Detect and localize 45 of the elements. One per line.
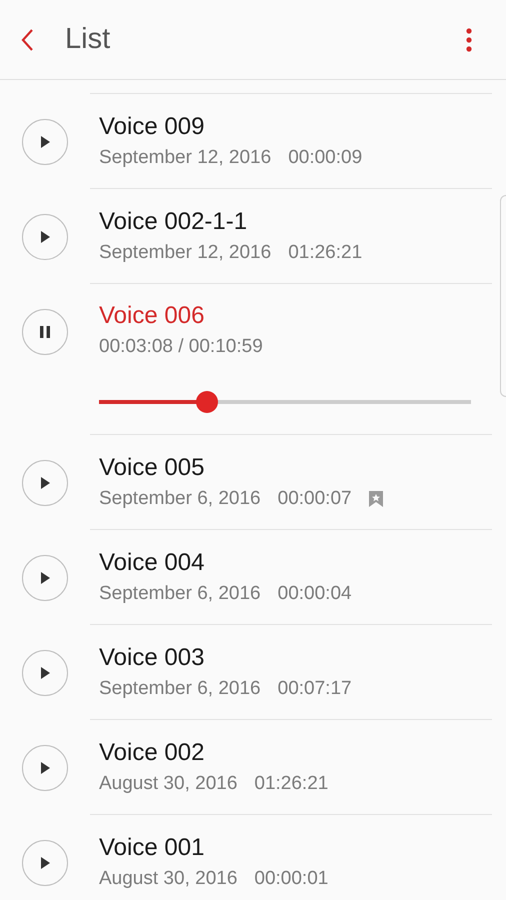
recording-title: Voice 004 xyxy=(99,549,206,577)
play-button[interactable] xyxy=(22,840,68,886)
recording-date: September 12, 2016 xyxy=(99,242,272,264)
recording-duration: 00:00:04 xyxy=(278,583,352,605)
recording-date: August 30, 2016 xyxy=(99,868,238,890)
play-button[interactable] xyxy=(22,214,68,260)
recording-duration: 00:00:01 xyxy=(254,868,328,890)
play-button[interactable] xyxy=(22,460,68,506)
play-icon xyxy=(39,230,51,244)
play-icon xyxy=(39,856,51,870)
recording-title: Voice 003 xyxy=(99,644,206,672)
more-options-icon[interactable] xyxy=(466,28,472,52)
recording-title: Voice 005 xyxy=(99,454,206,482)
play-button[interactable] xyxy=(22,555,68,601)
pause-button[interactable] xyxy=(22,309,68,355)
play-button[interactable] xyxy=(22,119,68,165)
slider-thumb[interactable] xyxy=(196,391,218,413)
recording-date: September 6, 2016 xyxy=(99,583,261,605)
screen-title: List xyxy=(65,23,112,56)
play-icon xyxy=(39,666,51,680)
back-icon[interactable] xyxy=(20,28,34,52)
recording-title: Voice 001 xyxy=(99,834,206,862)
play-icon xyxy=(39,761,51,775)
bookmark-icon xyxy=(368,491,383,507)
recording-date: September 6, 2016 xyxy=(99,488,261,510)
recording-title: Voice 002 xyxy=(99,739,206,767)
recording-title: Voice 006 xyxy=(99,302,206,330)
seek-slider[interactable] xyxy=(99,391,471,413)
play-button[interactable] xyxy=(22,745,68,791)
play-icon xyxy=(39,135,51,149)
playback-time: 00:03:08 / 00:10:59 xyxy=(99,336,264,358)
recording-duration: 00:00:09 xyxy=(288,147,362,169)
recording-date: September 12, 2016 xyxy=(99,147,272,169)
recording-title: Voice 009 xyxy=(99,113,206,141)
play-button[interactable] xyxy=(22,650,68,696)
recording-date: September 6, 2016 xyxy=(99,678,261,700)
recording-duration: 00:00:07 xyxy=(278,488,352,510)
recording-title: Voice 002-1-1 xyxy=(99,208,248,236)
recording-duration: 00:07:17 xyxy=(278,678,352,700)
pause-icon xyxy=(39,325,51,339)
recording-duration: 01:26:21 xyxy=(288,242,362,264)
play-icon xyxy=(39,476,51,490)
recording-date: August 30, 2016 xyxy=(99,773,238,795)
play-icon xyxy=(39,571,51,585)
recording-duration: 01:26:21 xyxy=(254,773,328,795)
